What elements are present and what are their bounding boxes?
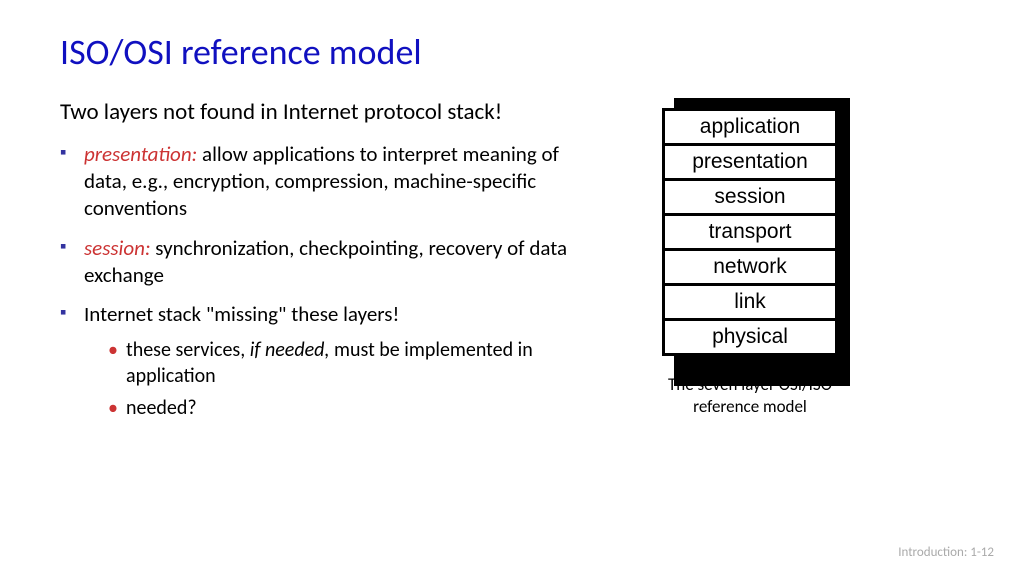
text-content: Two layers not found in Internet protoco… <box>60 98 580 433</box>
term-presentation: presentation: <box>84 141 197 167</box>
subbullet-text: these services, <box>126 338 250 362</box>
layer-application: application <box>665 111 835 146</box>
bullet-text: synchronization, checkpointing, recovery… <box>84 235 567 288</box>
bullet-presentation: presentation: allow applications to inte… <box>60 141 580 223</box>
subbullet-needed: needed? <box>108 395 580 421</box>
layer-network: network <box>665 251 835 286</box>
layer-presentation: presentation <box>665 146 835 181</box>
slide-footer: Introduction: 1-12 <box>898 545 994 560</box>
layer-link: link <box>665 286 835 321</box>
subbullet-text: needed? <box>126 396 197 420</box>
slide-title: ISO/OSI reference model <box>60 30 964 74</box>
bullet-missing: Internet stack "missing" these layers! t… <box>60 301 580 420</box>
diagram-column: application presentation session transpo… <box>620 98 880 433</box>
bullet-text: Internet stack "missing" these layers! <box>84 301 399 327</box>
layer-transport: transport <box>665 216 835 251</box>
term-session: session: <box>84 235 151 261</box>
intro-text: Two layers not found in Internet protoco… <box>60 98 580 127</box>
subbullet-services: these services, if needed, must be imple… <box>108 337 580 389</box>
subbullet-italic: if needed, <box>250 338 330 362</box>
layer-session: session <box>665 181 835 216</box>
osi-stack: application presentation session transpo… <box>662 108 838 356</box>
bullet-session: session: synchronization, checkpointing,… <box>60 235 580 290</box>
layer-physical: physical <box>665 321 835 353</box>
